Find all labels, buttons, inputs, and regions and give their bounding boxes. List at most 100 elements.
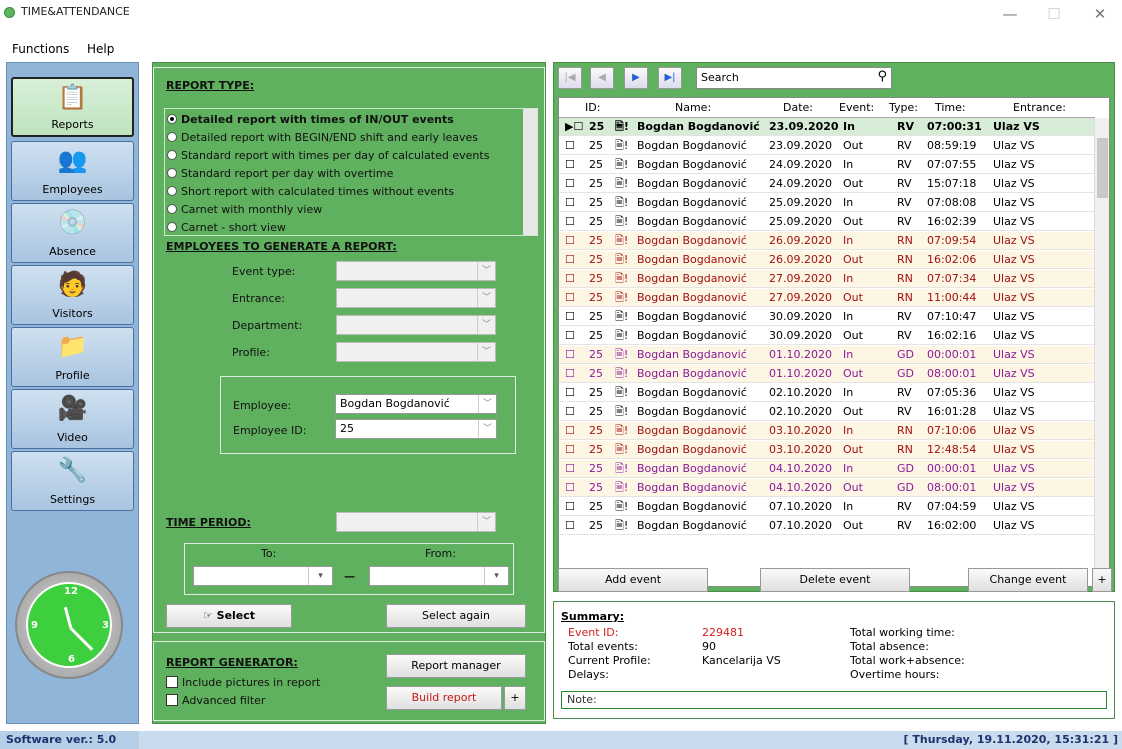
table-row[interactable]: ☐ 🗎! 25 Bogdan Bogdanović 26.09.2020 Out RN 16:…: [559, 251, 1095, 269]
col-event[interactable]: Event:: [839, 101, 874, 114]
maximize-button[interactable]: ☐: [1034, 3, 1074, 25]
build-report-button[interactable]: Build report: [386, 686, 502, 710]
sidebar-item-employees[interactable]: 👥 Employees: [11, 141, 134, 201]
cell-entrance: Ulaz VS: [993, 177, 1035, 190]
sidebar-item-visitors[interactable]: 🧑 Visitors: [11, 265, 134, 325]
delete-event-button[interactable]: Delete event: [760, 568, 910, 592]
table-row[interactable]: ☐ 🗎! 25 Bogdan Bogdanović 26.09.2020 In RN 07:0…: [559, 232, 1095, 250]
document-icon: ☐: [565, 329, 575, 342]
note-field[interactable]: Note:: [561, 691, 1107, 709]
select-button[interactable]: ☞ Select: [166, 604, 292, 628]
report-option[interactable]: Detailed report with times of IN/OUT eve…: [165, 111, 454, 129]
minimize-button[interactable]: —: [990, 3, 1030, 25]
search-input[interactable]: Search ⚲: [696, 67, 892, 89]
select-again-button[interactable]: Select again: [386, 604, 526, 628]
cell-entrance: Ulaz VS: [993, 291, 1035, 304]
report-option[interactable]: Short report with calculated times witho…: [165, 183, 454, 201]
document-icon: ☐: [565, 177, 575, 190]
table-row[interactable]: ☐ 🗎! 25 Bogdan Bogdanović 23.09.2020 Out RV 08:…: [559, 137, 1095, 155]
report-list-scrollbar[interactable]: [523, 109, 537, 235]
sidebar-item-label: Visitors: [52, 307, 93, 320]
table-row[interactable]: ☐ 🗎! 25 Bogdan Bogdanović 04.10.2020 In GD 00:0…: [559, 460, 1095, 478]
sidebar-item-profile[interactable]: 📁 Profile: [11, 327, 134, 387]
col-entrance[interactable]: Entrance:: [1013, 101, 1066, 114]
entrance-combo[interactable]: ﹀: [336, 288, 496, 308]
change-event-plus-button[interactable]: +: [1092, 568, 1112, 592]
table-scrollbar[interactable]: [1094, 118, 1109, 586]
table-row[interactable]: ☐ 🗎! 25 Bogdan Bogdanović 25.09.2020 In RV 07:0…: [559, 194, 1095, 212]
cell-entrance: Ulaz VS: [993, 424, 1035, 437]
table-row[interactable]: ☐ 🗎! 25 Bogdan Bogdanović 24.09.2020 In RV 07:0…: [559, 156, 1095, 174]
document-icon: ☐: [565, 443, 575, 456]
table-row[interactable]: ☐ 🗎! 25 Bogdan Bogdanović 02.10.2020 In RV 07:0…: [559, 384, 1095, 402]
include-pictures-checkbox[interactable]: [166, 676, 178, 688]
cell-id: 25: [589, 215, 603, 228]
table-row[interactable]: ☐ 🗎! 25 Bogdan Bogdanović 03.10.2020 Out RN 12:…: [559, 441, 1095, 459]
build-report-plus-button[interactable]: +: [504, 686, 526, 710]
report-option[interactable]: Carnet with monthly view: [165, 201, 322, 219]
profile-combo[interactable]: ﹀: [336, 342, 496, 362]
time-period-combo[interactable]: ﹀: [336, 512, 496, 532]
table-row[interactable]: ☐ 🗎! 25 Bogdan Bogdanović 30.09.2020 In RV 07:1…: [559, 308, 1095, 326]
table-row[interactable]: ☐ 🗎! 25 Bogdan Bogdanović 30.09.2020 Out RV 16:…: [559, 327, 1095, 345]
table-row[interactable]: ☐ 🗎! 25 Bogdan Bogdanović 27.09.2020 In RN 07:0…: [559, 270, 1095, 288]
event-type-combo[interactable]: ﹀: [336, 261, 496, 281]
report-option[interactable]: Standard report per day with overtime: [165, 165, 393, 183]
sidebar-item-reports[interactable]: 📋 Reports: [11, 77, 134, 137]
table-row[interactable]: ☐ 🗎! 25 Bogdan Bogdanović 07.10.2020 In RV 07:0…: [559, 498, 1095, 516]
sidebar-item-settings[interactable]: 🔧 Settings: [11, 451, 134, 511]
cell-entrance: Ulaz VS: [993, 158, 1035, 171]
menu-help[interactable]: Help: [87, 42, 114, 56]
col-id[interactable]: ID:: [585, 101, 600, 114]
col-time[interactable]: Time:: [935, 101, 966, 114]
cell-event: In: [843, 120, 855, 133]
employee-combo[interactable]: Bogdan Bogdanović ﹀: [335, 394, 497, 414]
cell-event: In: [843, 386, 854, 399]
to-date-picker[interactable]: ▾: [193, 566, 333, 586]
first-record-icon[interactable]: |◀: [558, 67, 582, 89]
table-row[interactable]: ☐ 🗎! 25 Bogdan Bogdanović 27.09.2020 Out RN 11:…: [559, 289, 1095, 307]
col-name[interactable]: Name:: [675, 101, 711, 114]
close-button[interactable]: ✕: [1080, 3, 1120, 25]
summary-panel: Summary: Event ID: 229481 Total events: …: [553, 601, 1115, 719]
cell-event: In: [843, 196, 854, 209]
advanced-filter-checkbox[interactable]: [166, 694, 178, 706]
table-row[interactable]: ☐ 🗎! 25 Bogdan Bogdanović 07.10.2020 Out RV 16:…: [559, 517, 1095, 535]
table-row[interactable]: ☐ 🗎! 25 Bogdan Bogdanović 24.09.2020 Out RV 15:…: [559, 175, 1095, 193]
table-row[interactable]: ☐ 🗎! 25 Bogdan Bogdanović 01.10.2020 In GD 00:0…: [559, 346, 1095, 364]
report-option[interactable]: Detailed report with BEGIN/END shift and…: [165, 129, 478, 147]
warning-icon: 🗎!: [615, 500, 629, 513]
cell-entrance: Ulaz VS: [993, 329, 1035, 342]
change-event-button[interactable]: Change event: [968, 568, 1088, 592]
col-type[interactable]: Type:: [889, 101, 918, 114]
table-row[interactable]: ☐ 🗎! 25 Bogdan Bogdanović 02.10.2020 Out RV 16:…: [559, 403, 1095, 421]
visitors-icon: 🧑: [57, 270, 88, 298]
from-date-picker[interactable]: ▾: [369, 566, 509, 586]
department-combo[interactable]: ﹀: [336, 315, 496, 335]
cell-entrance: Ulaz VS: [993, 405, 1035, 418]
table-row[interactable]: ☐ 🗎! 25 Bogdan Bogdanović 03.10.2020 In RN 07:1…: [559, 422, 1095, 440]
cell-name: Bogdan Bogdanović: [637, 158, 747, 171]
table-row[interactable]: ▶☐ 🗎! 25 Bogdan Bogdanović 23.09.2020 In RV 07:…: [559, 118, 1095, 136]
report-manager-button[interactable]: Report manager: [386, 654, 526, 678]
employee-id-combo[interactable]: 25 ﹀: [335, 419, 497, 439]
report-type-list[interactable]: Detailed report with times of IN/OUT eve…: [164, 108, 538, 236]
table-row[interactable]: ☐ 🗎! 25 Bogdan Bogdanović 01.10.2020 Out GD 08:…: [559, 365, 1095, 383]
col-date[interactable]: Date:: [783, 101, 813, 114]
table-row[interactable]: ☐ 🗎! 25 Bogdan Bogdanović 04.10.2020 Out GD 08:…: [559, 479, 1095, 497]
prev-record-icon[interactable]: ◀: [590, 67, 614, 89]
warning-icon: 🗎!: [615, 120, 629, 133]
report-option[interactable]: Standard report with times per day of ca…: [165, 147, 489, 165]
report-option[interactable]: Carnet - short view: [165, 219, 286, 237]
add-event-button[interactable]: Add event: [558, 568, 708, 592]
sidebar-item-absence[interactable]: 💿 Absence: [11, 203, 134, 263]
table-row[interactable]: ☐ 🗎! 25 Bogdan Bogdanović 25.09.2020 Out RV 16:…: [559, 213, 1095, 231]
cell-event: Out: [843, 291, 863, 304]
sidebar-item-video[interactable]: 🎥 Video: [11, 389, 134, 449]
menu-functions[interactable]: Functions: [12, 42, 69, 56]
cell-id: 25: [589, 424, 603, 437]
cell-time: 07:09:54: [927, 234, 977, 247]
cell-entrance: Ulaz VS: [993, 500, 1035, 513]
next-record-icon[interactable]: ▶: [624, 67, 648, 89]
last-record-icon[interactable]: ▶|: [658, 67, 682, 89]
